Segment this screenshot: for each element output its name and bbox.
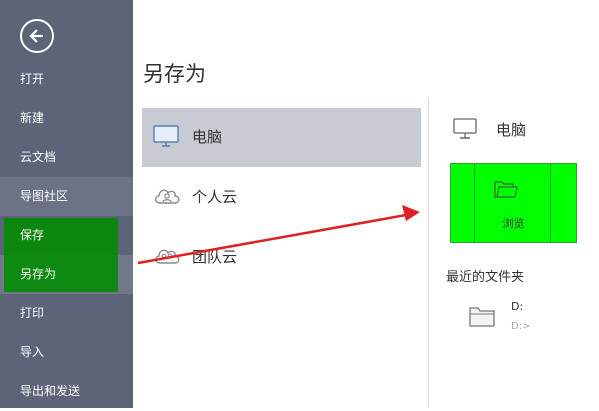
annotation-arrow bbox=[137, 205, 420, 265]
